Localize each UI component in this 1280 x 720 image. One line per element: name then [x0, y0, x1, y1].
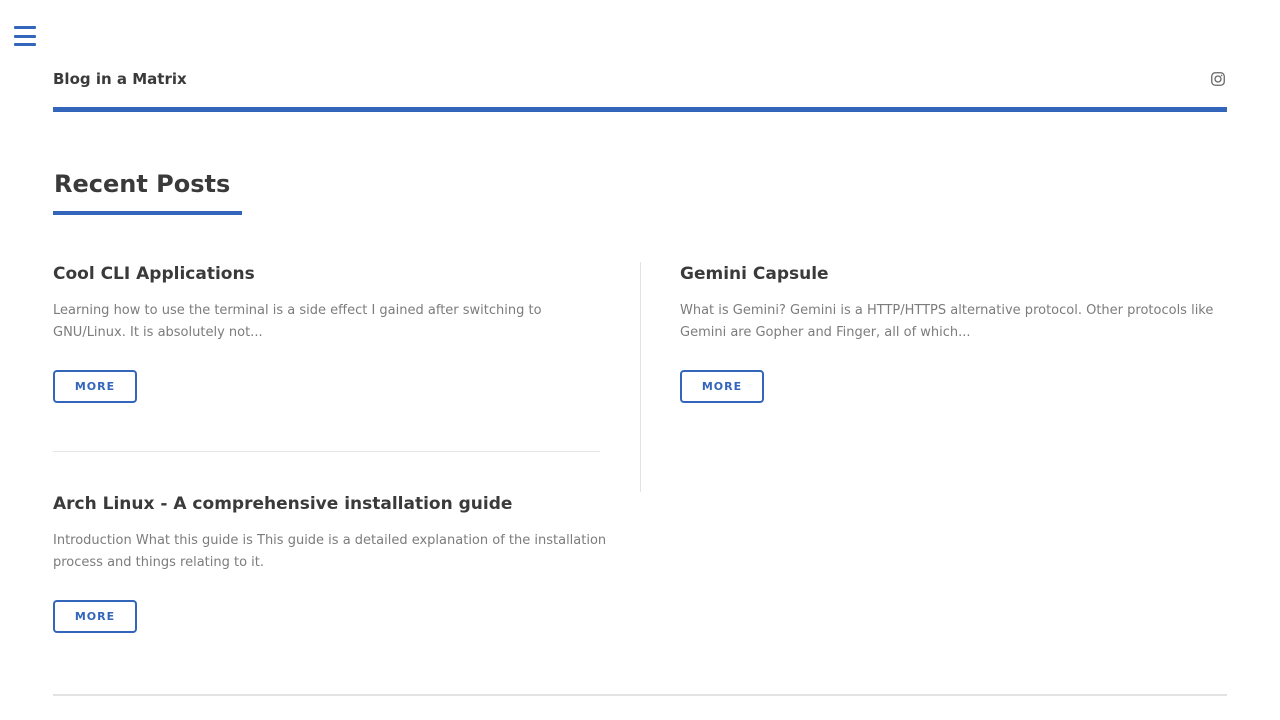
- hamburger-bar: [14, 34, 36, 38]
- post-card: Gemini Capsule What is Gemini? Gemini is…: [680, 263, 1227, 403]
- post-card: Arch Linux - A comprehensive installatio…: [53, 493, 613, 633]
- page: Blog in a Matrix Recent Posts Cool CLI A…: [0, 0, 1280, 720]
- more-button[interactable]: MORE: [680, 370, 764, 403]
- post-excerpt: Learning how to use the terminal is a si…: [53, 303, 542, 340]
- hamburger-menu-icon[interactable]: [14, 26, 36, 46]
- hamburger-bar: [14, 26, 36, 29]
- post-card: Cool CLI Applications Learning how to us…: [53, 263, 613, 403]
- page-title: Recent Posts: [54, 170, 231, 198]
- row-divider: [53, 451, 600, 452]
- site-title-link[interactable]: Blog in a Matrix: [53, 70, 187, 88]
- post-excerpt: Introduction What this guide is This gui…: [53, 533, 607, 570]
- section-title-underline: [53, 211, 242, 215]
- footer-divider: [53, 694, 1227, 696]
- header-divider: [53, 107, 1227, 112]
- more-button[interactable]: MORE: [53, 600, 137, 633]
- instagram-icon[interactable]: [1211, 72, 1225, 86]
- hamburger-bar: [14, 43, 36, 46]
- post-title-link[interactable]: Arch Linux - A comprehensive installatio…: [53, 493, 613, 515]
- post-excerpt: What is Gemini? Gemini is a HTTP/HTTPS a…: [680, 303, 1214, 340]
- more-button[interactable]: MORE: [53, 370, 137, 403]
- column-divider: [640, 262, 641, 492]
- post-title-link[interactable]: Cool CLI Applications: [53, 263, 613, 285]
- post-title-link[interactable]: Gemini Capsule: [680, 263, 1227, 285]
